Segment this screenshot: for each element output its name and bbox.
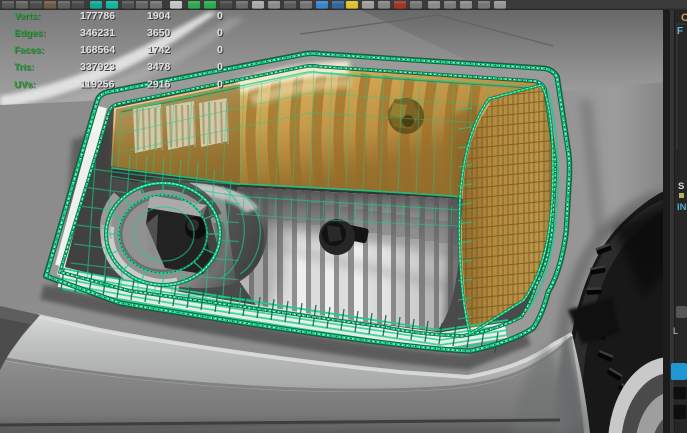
svg-text:3478: 3478 (147, 61, 171, 73)
svg-text:119256: 119256 (80, 79, 115, 91)
svg-text:0: 0 (217, 27, 223, 39)
svg-text:UVs:: UVs: (14, 80, 36, 91)
svg-text:0: 0 (217, 44, 223, 56)
svg-text:177786: 177786 (80, 10, 115, 22)
svg-text:2916: 2916 (147, 79, 171, 91)
svg-text:0: 0 (217, 79, 223, 91)
svg-text:C: C (681, 12, 687, 24)
svg-text:F: F (677, 26, 683, 37)
svg-text:0: 0 (217, 10, 223, 22)
svg-text:1904: 1904 (147, 10, 171, 22)
svg-text:0: 0 (217, 61, 223, 73)
svg-text:346231: 346231 (80, 27, 115, 39)
svg-text:Verts:: Verts: (14, 11, 40, 22)
svg-text:Faces:: Faces: (14, 45, 44, 56)
svg-text:168564: 168564 (80, 44, 115, 56)
svg-text:337923: 337923 (80, 61, 115, 73)
svg-text:Tris:: Tris: (14, 62, 34, 73)
svg-text:3650: 3650 (147, 27, 171, 39)
svg-text:1742: 1742 (147, 44, 171, 56)
svg-text:S: S (678, 181, 684, 192)
svg-text:Edges:: Edges: (14, 28, 46, 39)
svg-text:IN: IN (677, 202, 687, 213)
svg-text:L: L (673, 326, 678, 336)
